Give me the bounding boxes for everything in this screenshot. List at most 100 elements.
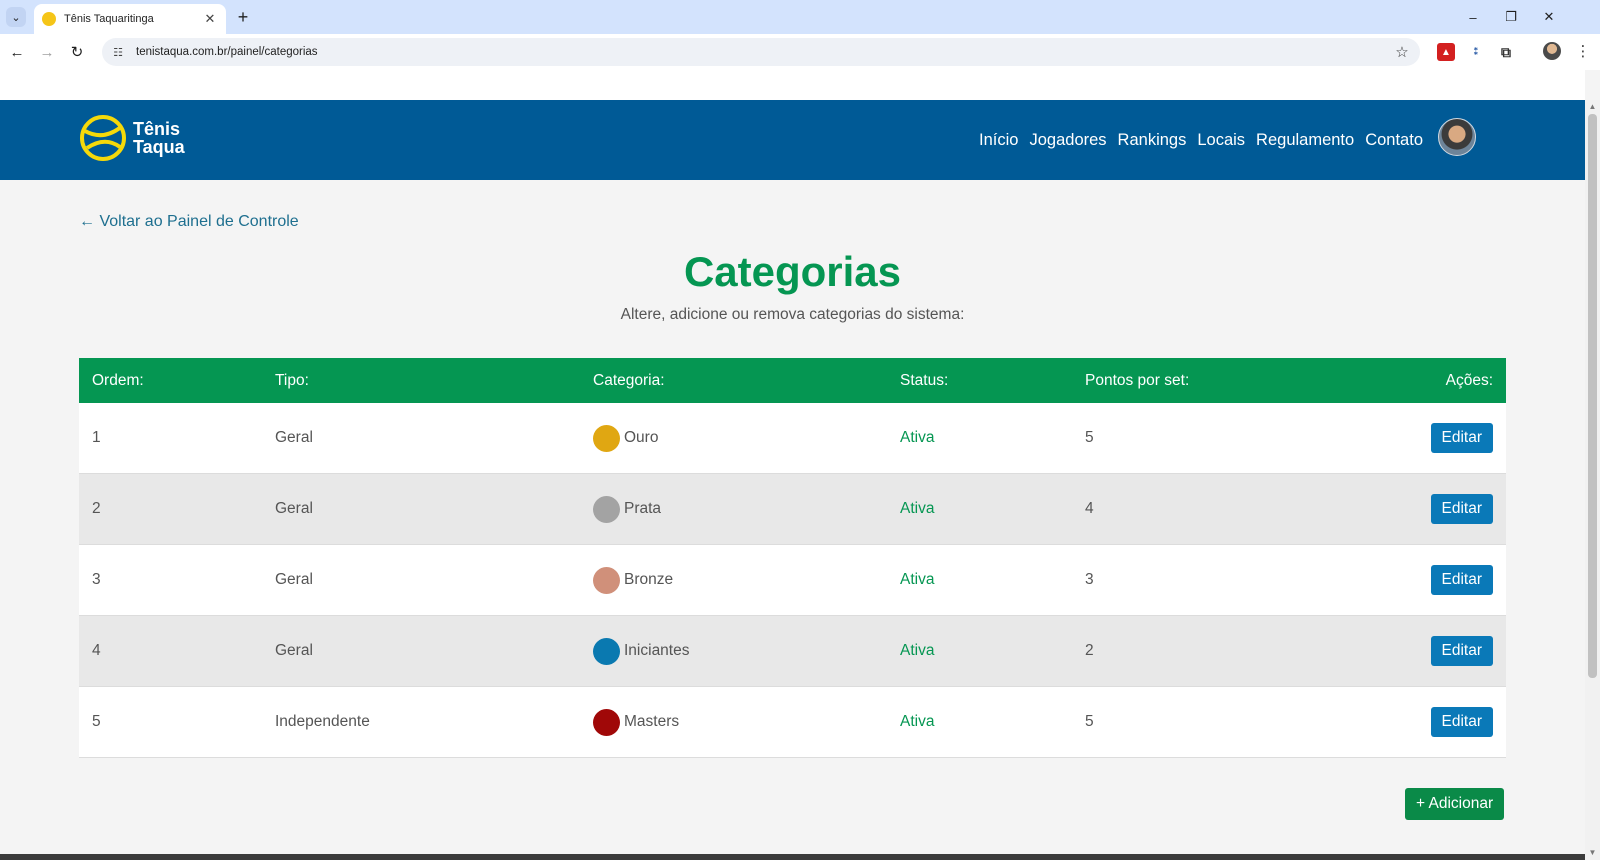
header-status: Status: bbox=[900, 371, 949, 389]
cell-acoes: Editar bbox=[1285, 707, 1506, 737]
nav-link-contato[interactable]: Contato bbox=[1365, 131, 1423, 150]
category-color-dot bbox=[593, 495, 620, 523]
cell-tipo: Geral bbox=[275, 429, 313, 446]
table-row: 1 Geral Ouro Ativa 5 Editar bbox=[79, 403, 1506, 474]
cell-tipo: Geral bbox=[275, 571, 313, 588]
browser-menu-icon[interactable]: ⋮ bbox=[1574, 42, 1592, 62]
cell-pontos: 4 bbox=[1085, 500, 1094, 517]
cell-pontos: 2 bbox=[1085, 642, 1094, 659]
logo-line-2: Taqua bbox=[133, 137, 185, 157]
address-bar[interactable]: ☷ tenistaqua.com.br/painel/categorias ☆ bbox=[102, 38, 1420, 66]
header-acoes: Ações: bbox=[1445, 371, 1493, 389]
logo-text: Tênis Taqua bbox=[133, 120, 185, 156]
edit-button[interactable]: Editar bbox=[1430, 565, 1493, 595]
category-name: Ouro bbox=[624, 429, 659, 446]
user-avatar[interactable] bbox=[1438, 118, 1476, 156]
site-header: Tênis Taqua Início Jogadores Rankings Lo… bbox=[0, 100, 1585, 180]
cell-acoes: Editar bbox=[1285, 636, 1506, 666]
close-window-icon[interactable]: ✕ bbox=[1534, 6, 1564, 28]
tennis-ball-logo-icon bbox=[80, 115, 126, 161]
translate-extension-icon[interactable]: ⁑ bbox=[1467, 43, 1485, 61]
category-name: Iniciantes bbox=[624, 642, 690, 659]
back-to-dashboard-link[interactable]: ← Voltar ao Painel de Controle bbox=[79, 213, 299, 231]
browser-tab[interactable]: Tênis Taquaritinga ✕ bbox=[34, 4, 226, 34]
nav-link-regulamento[interactable]: Regulamento bbox=[1256, 131, 1354, 150]
cell-ordem: 2 bbox=[92, 500, 101, 517]
scrollbar-thumb[interactable] bbox=[1588, 114, 1597, 678]
header-pontos: Pontos por set: bbox=[1085, 371, 1190, 389]
category-color-dot bbox=[593, 424, 620, 452]
category-color-dot bbox=[593, 708, 620, 736]
bookmark-star-icon[interactable]: ☆ bbox=[1390, 43, 1414, 61]
nav-link-locais[interactable]: Locais bbox=[1197, 131, 1245, 150]
browser-tabstrip: ⌄ Tênis Taquaritinga ✕ + – ❐ ✕ bbox=[0, 0, 1600, 34]
category-color-dot bbox=[593, 566, 620, 594]
cell-tipo: Independente bbox=[275, 713, 370, 730]
scroll-down-arrow-icon[interactable]: ▼ bbox=[1585, 846, 1600, 860]
profile-avatar-icon[interactable] bbox=[1543, 42, 1561, 60]
cell-tipo: Geral bbox=[275, 642, 313, 659]
add-category-button[interactable]: + Adicionar bbox=[1405, 788, 1505, 820]
url-text[interactable]: tenistaqua.com.br/painel/categorias bbox=[136, 46, 1390, 58]
header-categoria: Categoria: bbox=[593, 371, 665, 389]
back-arrow-icon[interactable]: ← bbox=[6, 41, 28, 63]
minimize-icon[interactable]: – bbox=[1458, 6, 1488, 28]
close-tab-icon[interactable]: ✕ bbox=[202, 11, 218, 27]
table-row: 5 Independente Masters Ativa 5 Editar bbox=[79, 687, 1506, 758]
cell-status: Ativa bbox=[900, 571, 935, 588]
cell-categoria: Bronze bbox=[593, 566, 900, 594]
tab-title: Tênis Taquaritinga bbox=[64, 13, 154, 25]
cell-ordem: 1 bbox=[92, 429, 101, 446]
scroll-up-arrow-icon[interactable]: ▲ bbox=[1585, 100, 1600, 114]
edit-button[interactable]: Editar bbox=[1430, 707, 1493, 737]
site-logo[interactable]: Tênis Taqua bbox=[79, 114, 185, 162]
page-viewport: Tênis Taqua Início Jogadores Rankings Lo… bbox=[0, 70, 1585, 860]
header-ordem: Ordem: bbox=[92, 371, 144, 389]
edit-button[interactable]: Editar bbox=[1430, 494, 1493, 524]
page-title: Categorias bbox=[683, 248, 902, 295]
main-navigation: Início Jogadores Rankings Locais Regulam… bbox=[968, 118, 1476, 156]
table-row: 4 Geral Iniciantes Ativa 2 Editar bbox=[79, 616, 1506, 687]
cell-acoes: Editar bbox=[1285, 494, 1506, 524]
category-name: Bronze bbox=[624, 571, 674, 588]
new-tab-plus-icon[interactable]: + bbox=[232, 6, 254, 28]
extensions-puzzle-icon[interactable]: ⧉ bbox=[1497, 43, 1515, 61]
cell-status: Ativa bbox=[900, 713, 935, 730]
top-spacer bbox=[0, 70, 1585, 100]
category-name: Masters bbox=[624, 713, 680, 730]
cell-pontos: 5 bbox=[1085, 429, 1094, 446]
nav-link-jogadores[interactable]: Jogadores bbox=[1029, 131, 1106, 150]
cell-categoria: Iniciantes bbox=[593, 637, 900, 665]
browser-toolbar: ← → ↻ ☷ tenistaqua.com.br/painel/categor… bbox=[0, 34, 1600, 70]
restore-icon[interactable]: ❐ bbox=[1496, 6, 1526, 28]
cell-ordem: 5 bbox=[92, 713, 101, 730]
cell-categoria: Prata bbox=[593, 495, 900, 523]
category-name: Prata bbox=[624, 500, 662, 517]
logo-line-1: Tênis bbox=[133, 119, 181, 139]
cell-status: Ativa bbox=[900, 429, 935, 446]
site-info-icon[interactable]: ☷ bbox=[110, 46, 126, 59]
header-tipo: Tipo: bbox=[275, 371, 309, 389]
cell-categoria: Ouro bbox=[593, 424, 900, 452]
cell-ordem: 4 bbox=[92, 642, 101, 659]
edit-button[interactable]: Editar bbox=[1430, 423, 1493, 453]
tab-search-chevron-icon[interactable]: ⌄ bbox=[6, 7, 26, 27]
page-scrollbar[interactable]: ▲ ▼ bbox=[1585, 100, 1600, 860]
cell-acoes: Editar bbox=[1285, 423, 1506, 453]
table-row: 2 Geral Prata Ativa 4 Editar bbox=[79, 474, 1506, 545]
cell-pontos: 5 bbox=[1085, 713, 1094, 730]
reload-icon[interactable]: ↻ bbox=[66, 41, 88, 63]
forward-arrow-icon[interactable]: → bbox=[36, 41, 58, 63]
category-color-dot bbox=[593, 637, 620, 665]
footer-edge bbox=[0, 854, 1585, 860]
nav-link-inicio[interactable]: Início bbox=[979, 131, 1018, 150]
page-subtitle: Altere, adicione ou remova categorias do… bbox=[620, 306, 965, 323]
tennis-ball-favicon-icon bbox=[42, 12, 56, 26]
cell-status: Ativa bbox=[900, 500, 935, 517]
cell-tipo: Geral bbox=[275, 500, 313, 517]
edit-button[interactable]: Editar bbox=[1430, 636, 1493, 666]
cell-acoes: Editar bbox=[1285, 565, 1506, 595]
nav-link-rankings[interactable]: Rankings bbox=[1118, 131, 1187, 150]
cell-categoria: Masters bbox=[593, 708, 900, 736]
pdf-extension-icon[interactable]: ▲ bbox=[1437, 43, 1455, 61]
